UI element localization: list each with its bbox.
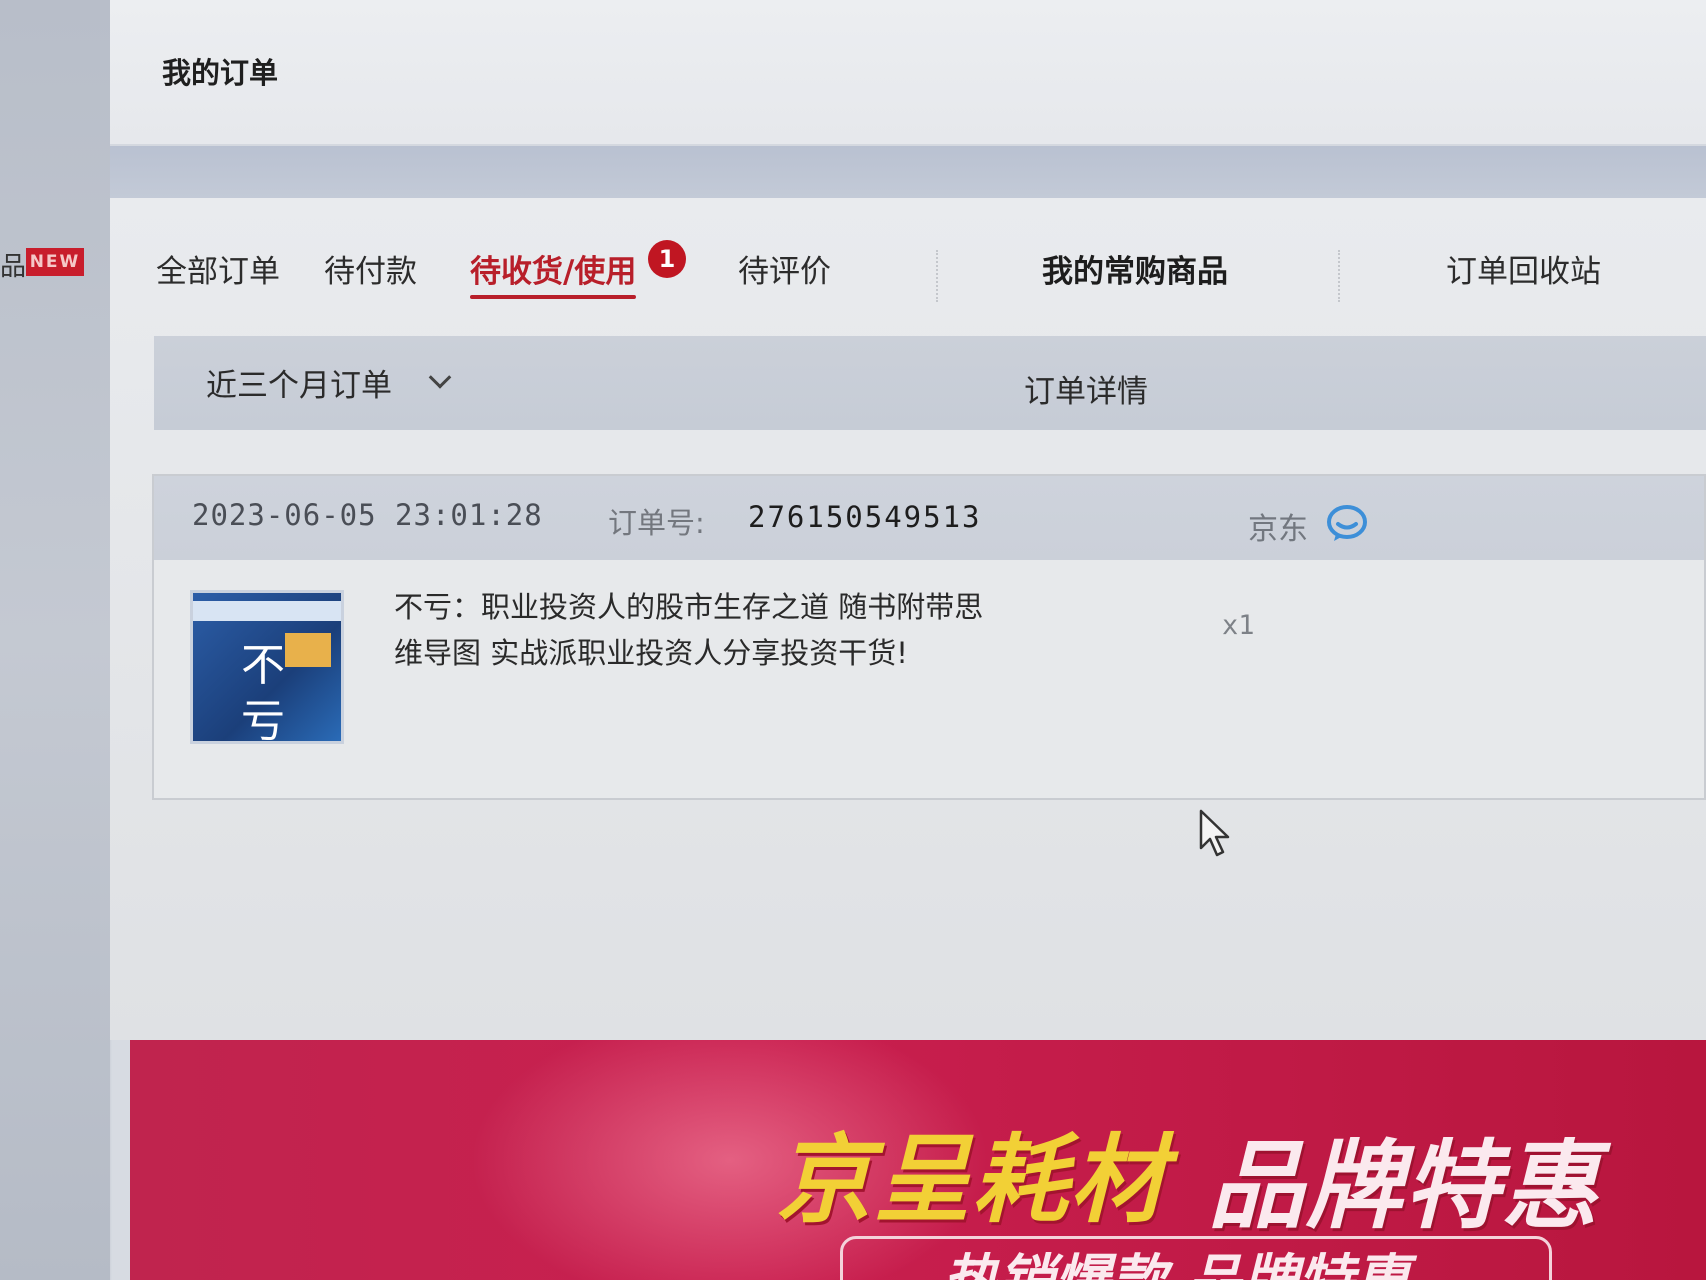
pending-count-badge: 1 [648, 240, 686, 278]
tab-pending-receipt[interactable]: 待收货/使用 [470, 246, 637, 299]
new-badge: NEW [26, 248, 84, 276]
book-cover-char: 亏 [241, 696, 285, 744]
order-card: 2023-06-05 23:01:28 订单号: 276150549513 京东… [152, 474, 1706, 800]
product-name[interactable]: 不亏：职业投资人的股市生存之道 随书附带思维导图 实战派职业投资人分享投资干货! [394, 584, 994, 676]
tab-order-recycle-bin[interactable]: 订单回收站 [1446, 246, 1601, 291]
order-header: 2023-06-05 23:01:28 订单号: 276150549513 京东 [154, 476, 1704, 560]
time-range-select[interactable]: 近三个月订单 [206, 360, 452, 405]
page-title: 我的订单 [162, 56, 279, 90]
promo-banner[interactable]: 京呈耗材 品牌特惠 热销爆款 品牌特惠 [130, 1040, 1706, 1280]
order-number-label: 订单号: [608, 506, 705, 540]
header-card: 我的订单 [110, 0, 1706, 146]
time-range-label: 近三个月订单 [206, 368, 392, 404]
order-detail-header: 订单详情 [1024, 374, 1148, 410]
banner-title: 京呈耗材 [776, 1124, 1168, 1236]
order-tabs: 全部订单 待付款 待收货/使用 待评价 我的常购商品 订单回收站 [110, 198, 1706, 318]
chat-icon[interactable] [1326, 504, 1368, 542]
sidebar-item-fragment[interactable]: 品 [0, 246, 26, 283]
product-image[interactable]: 不 亏 [190, 590, 344, 744]
chevron-down-icon [428, 365, 452, 389]
shop-name[interactable]: 京东 [1248, 504, 1308, 548]
book-cover-band [193, 601, 341, 621]
product-row: 不 亏 不亏：职业投资人的股市生存之道 随书附带思维导图 实战派职业投资人分享投… [154, 560, 1704, 802]
tab-all-orders[interactable]: 全部订单 [156, 246, 280, 291]
order-time: 2023-06-05 23:01:28 [192, 498, 543, 532]
book-cover-sticker [285, 633, 331, 667]
tab-pending-payment[interactable]: 待付款 [324, 246, 417, 291]
mouse-cursor-icon [1199, 809, 1230, 857]
tab-pending-review[interactable]: 待评价 [738, 246, 831, 291]
filter-bar: 近三个月订单 订单详情 [154, 336, 1706, 430]
tab-frequent-products[interactable]: 我的常购商品 [1042, 246, 1228, 291]
order-number[interactable]: 276150549513 [748, 500, 982, 534]
tab-separator [1338, 250, 1340, 302]
book-cover-char: 不 [241, 640, 285, 691]
tab-separator [936, 250, 938, 302]
order-page: 品 NEW 我的订单 全部订单 待付款 待收货/使用 待评价 我的常购商品 订单… [0, 0, 1706, 1280]
orders-card: 全部订单 待付款 待收货/使用 待评价 我的常购商品 订单回收站 近三个月订单 … [110, 198, 1706, 1040]
left-sidebar: 品 NEW [0, 0, 110, 1280]
banner-subtitle: 热销爆款 品牌特惠 [942, 1236, 1410, 1280]
banner-title-secondary: 品牌特惠 [1208, 1130, 1600, 1242]
product-quantity: x1 [1222, 610, 1255, 641]
divider-band [110, 146, 1706, 198]
